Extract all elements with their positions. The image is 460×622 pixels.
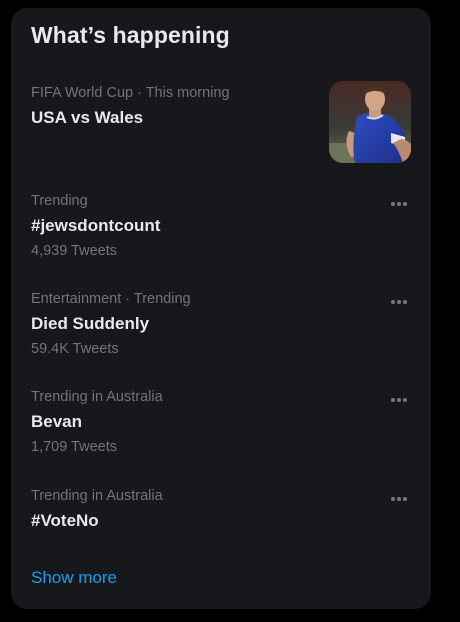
trend-meta: FIFA World Cup · This morning (31, 85, 230, 101)
more-horizontal-icon[interactable] (386, 490, 412, 508)
soccer-player-thumbnail[interactable] (329, 81, 411, 163)
trend-name: USA vs Wales (31, 108, 144, 127)
trend-meta: Trending (31, 193, 88, 209)
trend-name: #VoteNo (31, 511, 99, 530)
trend-item[interactable]: Trending in Australia Bevan 1,709 Tweets (11, 389, 431, 465)
trend-item[interactable]: Entertainment · Trending Died Suddenly 5… (11, 291, 431, 367)
trend-tweet-count: 59.4K Tweets (31, 341, 119, 357)
trend-meta: Entertainment · Trending (31, 291, 191, 307)
trend-meta: Trending in Australia (31, 389, 163, 405)
trend-name: Bevan (31, 412, 83, 431)
panel-title: What’s happening (31, 22, 230, 48)
more-horizontal-icon[interactable] (386, 195, 412, 213)
more-horizontal-icon[interactable] (386, 391, 412, 409)
trend-name: Died Suddenly (31, 314, 150, 333)
trend-name: #jewsdontcount (31, 216, 161, 235)
trend-meta: Trending in Australia (31, 488, 163, 504)
show-more-link[interactable]: Show more (31, 568, 117, 588)
trend-item[interactable]: Trending in Australia #VoteNo (11, 488, 431, 540)
soccer-player-photo (329, 81, 411, 163)
whats-happening-panel: What’s happening FIFA World Cup · This m… (11, 8, 431, 609)
more-horizontal-icon[interactable] (386, 293, 412, 311)
trend-tweet-count: 4,939 Tweets (31, 243, 117, 259)
trend-item[interactable]: Trending #jewsdontcount 4,939 Tweets (11, 193, 431, 269)
trend-tweet-count: 1,709 Tweets (31, 439, 117, 455)
